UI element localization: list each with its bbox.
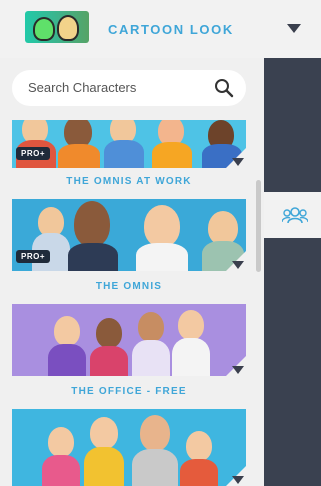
style-title[interactable]: CARTOON LOOK [108,22,234,37]
card-title: THE OMNIS AT WORK [66,176,192,187]
pro-badge: PRO+ [16,147,51,160]
character-face-icon [33,17,55,41]
right-sidebar [264,58,321,486]
card-thumbnail [12,304,246,376]
caret-down-icon[interactable] [232,476,244,484]
search-bar [12,70,246,106]
character-card[interactable]: THE OFFICE - FREE [12,304,246,400]
caret-down-icon[interactable] [232,366,244,374]
card-title: THE OMNIS [95,281,163,292]
header: CARTOON LOOK [0,0,321,58]
card-thumbnail: PRO+ [12,120,246,168]
cartoon-look-thumbnail[interactable] [25,11,89,43]
search-input[interactable] [28,80,208,95]
caret-down-icon[interactable] [232,261,244,269]
pro-badge: PRO+ [16,250,51,263]
card-thumbnail [12,409,246,486]
character-card[interactable]: PRO+ THE OMNIS [12,199,246,295]
people-icon[interactable] [282,206,308,224]
character-card[interactable]: PRO+ THE OMNIS AT WORK [12,120,246,190]
caret-down-icon[interactable] [287,24,301,33]
card-thumbnail: PRO+ [12,199,246,271]
caret-down-icon[interactable] [232,158,244,166]
character-face-icon [57,15,79,41]
panel-scrollbar[interactable] [256,180,261,272]
card-title: THE OFFICE - FREE [71,386,187,397]
search-icon[interactable] [214,78,234,98]
character-card[interactable] [12,409,246,486]
